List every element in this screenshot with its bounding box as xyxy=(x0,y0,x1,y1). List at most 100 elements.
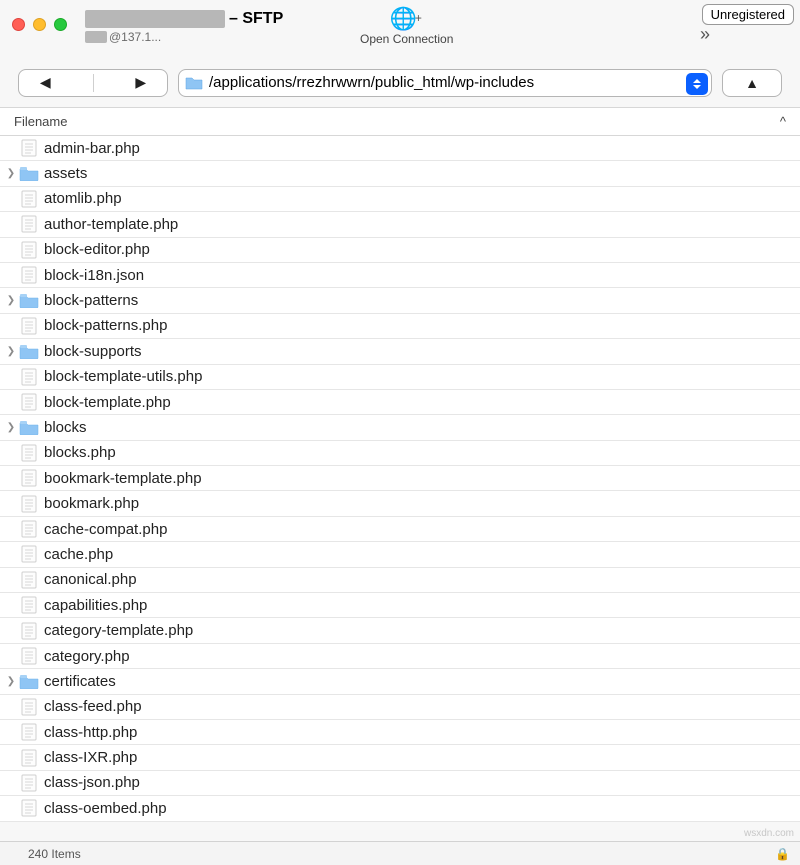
file-name: certificates xyxy=(40,673,116,690)
file-row[interactable]: bookmark.php xyxy=(0,491,800,516)
file-name: block-patterns xyxy=(40,292,138,309)
file-row[interactable]: ❯ block-supports xyxy=(0,339,800,364)
file-name: block-template.php xyxy=(40,394,171,411)
connection-user-redacted xyxy=(85,31,107,43)
file-icon xyxy=(18,190,40,208)
file-icon xyxy=(18,596,40,614)
maximize-window-button[interactable] xyxy=(54,18,67,31)
file-row[interactable]: bookmark-template.php xyxy=(0,466,800,491)
open-connection-label: Open Connection xyxy=(360,32,453,46)
file-name: blocks xyxy=(40,419,87,436)
back-button[interactable]: ◀ xyxy=(40,74,51,91)
file-row[interactable]: atomlib.php xyxy=(0,187,800,212)
item-count: 240 Items xyxy=(28,847,81,861)
folder-icon xyxy=(18,344,40,359)
file-icon xyxy=(18,698,40,716)
file-name: class-http.php xyxy=(40,724,137,741)
column-header[interactable]: Filename ^ xyxy=(0,108,800,136)
file-row[interactable]: category-template.php xyxy=(0,618,800,643)
disclosure-triangle-icon[interactable]: ❯ xyxy=(4,422,18,433)
folder-icon xyxy=(18,166,40,181)
file-name: category-template.php xyxy=(40,622,193,639)
connection-name-redacted xyxy=(85,10,225,28)
file-row[interactable]: block-i18n.json xyxy=(0,263,800,288)
path-bar[interactable] xyxy=(178,69,712,97)
file-row[interactable]: block-patterns.php xyxy=(0,314,800,339)
file-row[interactable]: ❯ blocks xyxy=(0,415,800,440)
open-connection-button[interactable]: 🌐+ Open Connection xyxy=(360,6,453,46)
file-row[interactable]: class-IXR.php xyxy=(0,745,800,770)
connection-title: – SFTP @137.1... xyxy=(85,10,283,44)
file-name: block-i18n.json xyxy=(40,267,144,284)
file-name: author-template.php xyxy=(40,216,178,233)
file-row[interactable]: canonical.php xyxy=(0,568,800,593)
file-name: blocks.php xyxy=(40,444,116,461)
file-name: block-supports xyxy=(40,343,142,360)
file-icon xyxy=(18,495,40,513)
folder-icon xyxy=(18,293,40,308)
window-controls xyxy=(12,18,67,31)
file-name: block-patterns.php xyxy=(40,317,167,334)
file-row[interactable]: class-oembed.php xyxy=(0,796,800,821)
file-row[interactable]: category.php xyxy=(0,644,800,669)
file-row[interactable]: class-json.php xyxy=(0,771,800,796)
file-row[interactable]: author-template.php xyxy=(0,212,800,237)
file-row[interactable]: capabilities.php xyxy=(0,593,800,618)
file-row[interactable]: blocks.php xyxy=(0,441,800,466)
file-row[interactable]: class-http.php xyxy=(0,720,800,745)
file-icon xyxy=(18,622,40,640)
path-input[interactable] xyxy=(209,74,705,91)
file-row[interactable]: block-template-utils.php xyxy=(0,365,800,390)
column-filename[interactable]: Filename xyxy=(14,114,67,129)
sort-indicator-icon[interactable]: ^ xyxy=(780,114,786,129)
folder-icon xyxy=(18,420,40,435)
file-row[interactable]: cache-compat.php xyxy=(0,517,800,542)
disclosure-triangle-icon[interactable]: ❯ xyxy=(4,295,18,306)
file-row[interactable]: ❯ certificates xyxy=(0,669,800,694)
forward-button[interactable]: ▶ xyxy=(135,74,146,91)
file-row[interactable]: cache.php xyxy=(0,542,800,567)
file-icon xyxy=(18,469,40,487)
navigation-toolbar: ◀ ▶ ▲ xyxy=(0,64,800,108)
file-row[interactable]: ❯ block-patterns xyxy=(0,288,800,313)
file-name: canonical.php xyxy=(40,571,137,588)
file-name: block-editor.php xyxy=(40,241,150,258)
folder-icon xyxy=(185,76,203,90)
folder-icon xyxy=(18,674,40,689)
file-icon xyxy=(18,139,40,157)
file-name: cache-compat.php xyxy=(40,521,167,538)
file-name: admin-bar.php xyxy=(40,140,140,157)
file-name: bookmark-template.php xyxy=(40,470,202,487)
file-name: atomlib.php xyxy=(40,190,122,207)
watermark: wsxdn.com xyxy=(744,828,794,839)
file-icon xyxy=(18,647,40,665)
file-name: cache.php xyxy=(40,546,113,563)
file-row[interactable]: ❯ assets xyxy=(0,161,800,186)
minimize-window-button[interactable] xyxy=(33,18,46,31)
file-name: class-json.php xyxy=(40,774,140,791)
disclosure-triangle-icon[interactable]: ❯ xyxy=(4,168,18,179)
nav-separator xyxy=(93,74,94,92)
file-name: block-template-utils.php xyxy=(40,368,202,385)
disclosure-triangle-icon[interactable]: ❯ xyxy=(4,676,18,687)
file-icon xyxy=(18,444,40,462)
path-dropdown-button[interactable] xyxy=(686,73,708,95)
file-list[interactable]: admin-bar.php ❯ assets atomlib.php author-te… xyxy=(0,136,800,822)
file-name: assets xyxy=(40,165,87,182)
close-window-button[interactable] xyxy=(12,18,25,31)
file-name: bookmark.php xyxy=(40,495,139,512)
lock-icon: 🔒 xyxy=(775,847,790,861)
file-row[interactable]: class-feed.php xyxy=(0,695,800,720)
file-icon xyxy=(18,723,40,741)
connection-protocol: – SFTP xyxy=(229,10,283,28)
file-row[interactable]: block-template.php xyxy=(0,390,800,415)
toolbar-overflow-button[interactable]: » xyxy=(700,24,710,45)
file-row[interactable]: block-editor.php xyxy=(0,238,800,263)
go-up-button[interactable]: ▲ xyxy=(722,69,782,97)
disclosure-triangle-icon[interactable]: ❯ xyxy=(4,346,18,357)
file-icon xyxy=(18,774,40,792)
file-row[interactable]: admin-bar.php xyxy=(0,136,800,161)
unregistered-badge[interactable]: Unregistered xyxy=(702,4,794,25)
file-icon xyxy=(18,215,40,233)
file-name: capabilities.php xyxy=(40,597,147,614)
